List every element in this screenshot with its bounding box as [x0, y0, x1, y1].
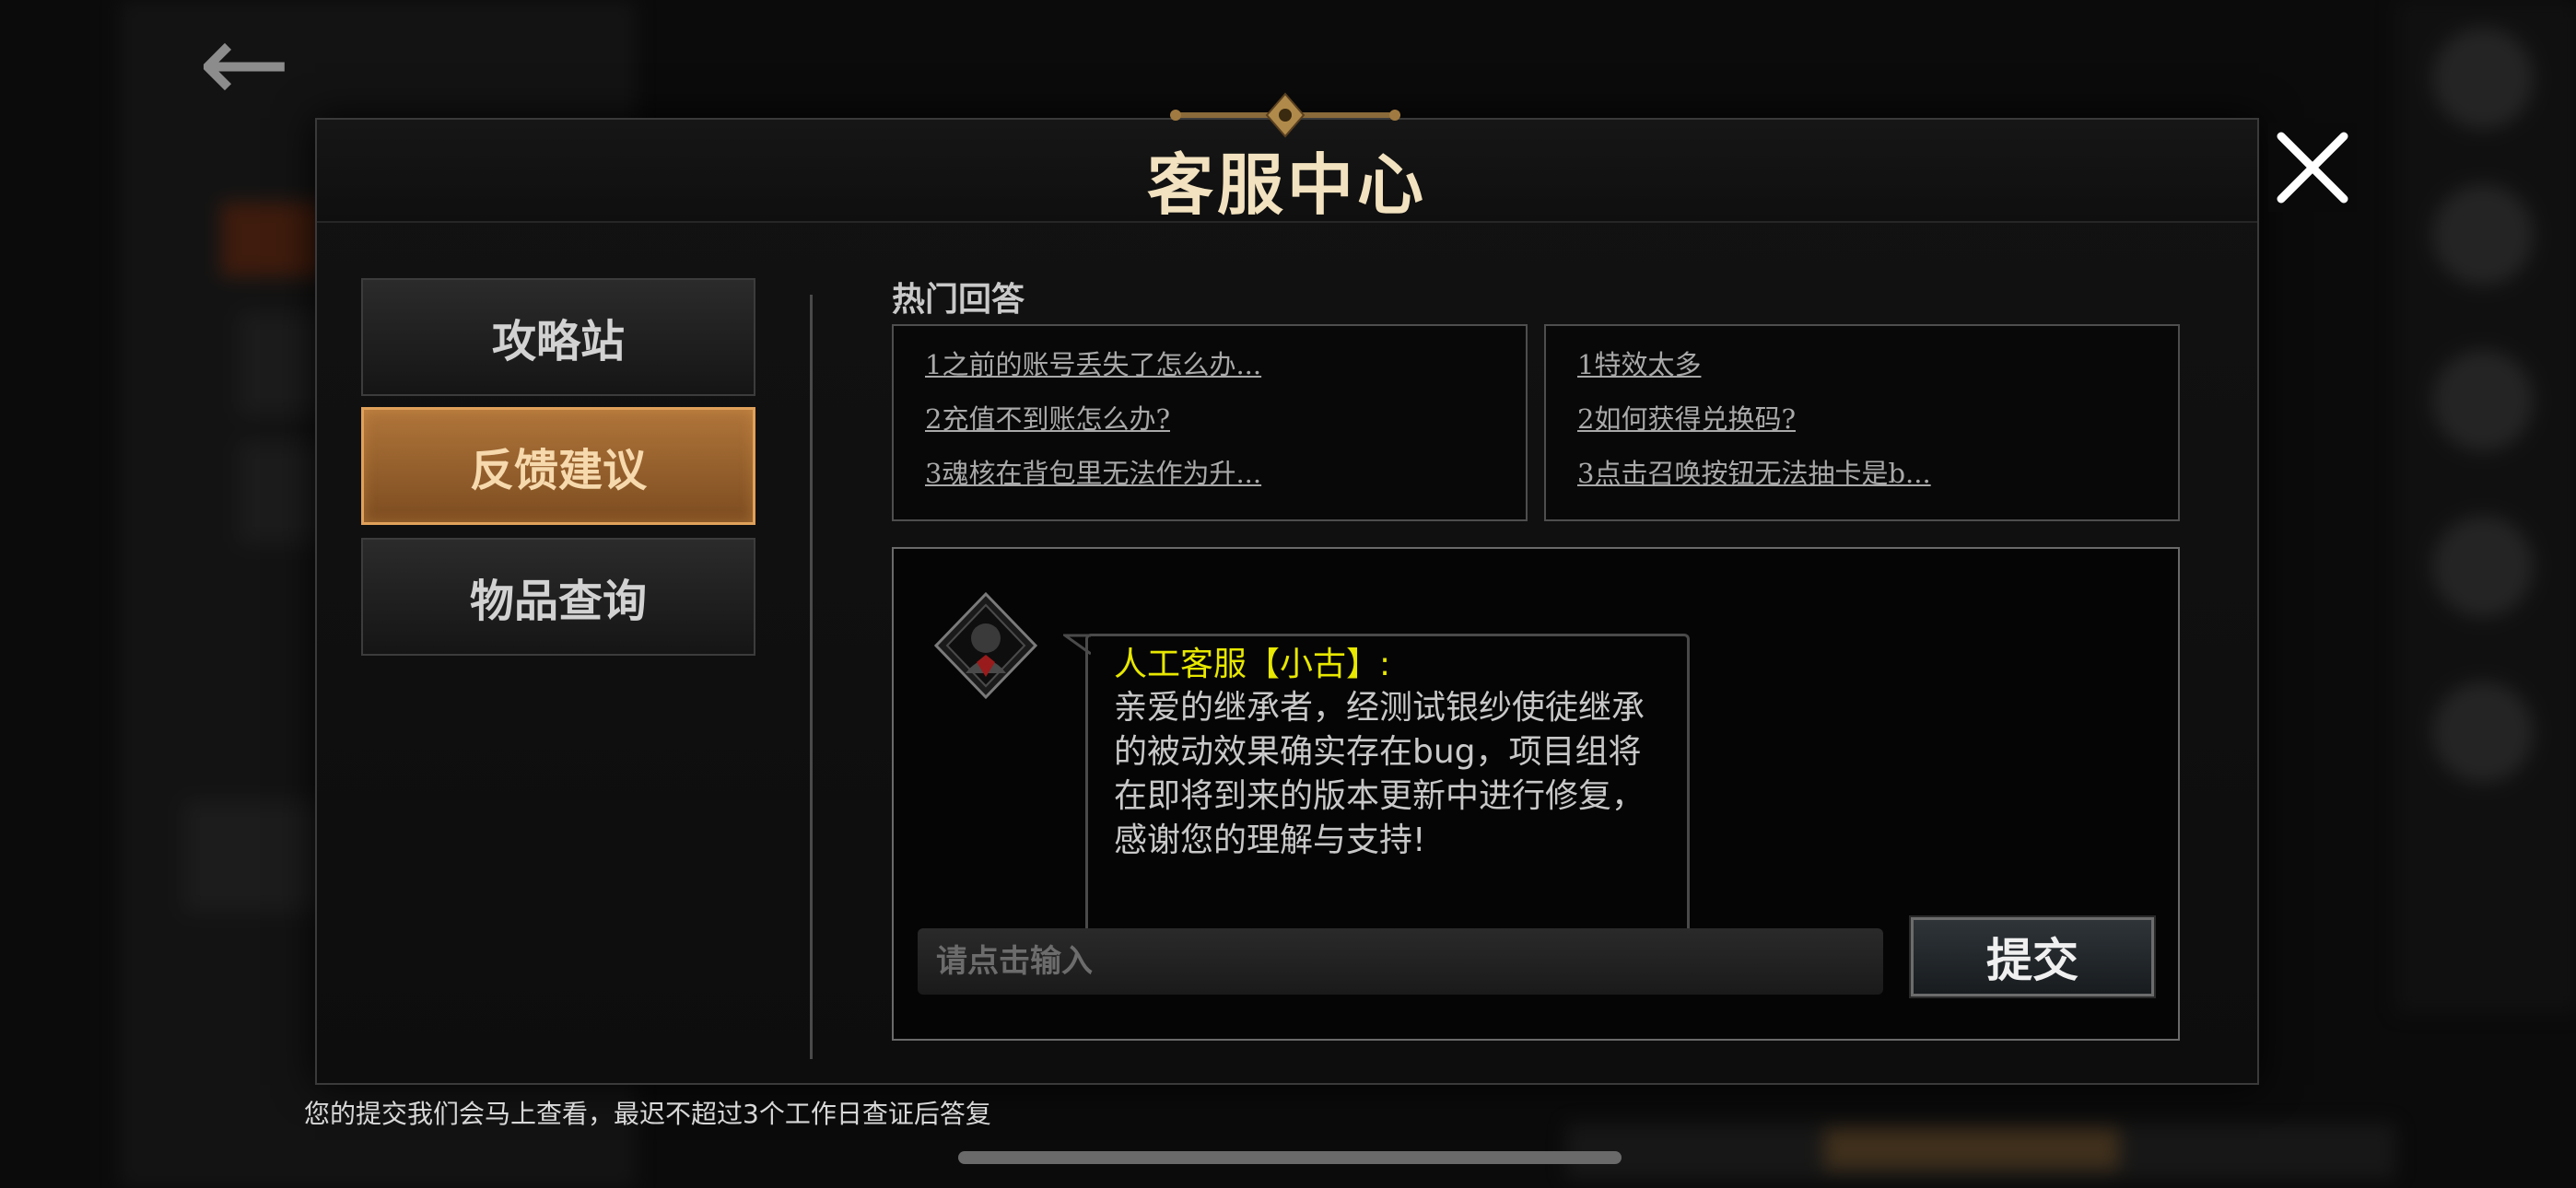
faq-link[interactable]: 2充值不到账怎么办? [925, 401, 1526, 455]
bg-gold-tab [1824, 1128, 2119, 1170]
chat-box: 人工客服【小古】: 亲爱的继承者，经测试银纱使徒继承的被动效果确实存在bug，项… [892, 547, 2180, 1041]
dialog-title: 客服中心 [1146, 146, 1427, 224]
footer-note: 您的提交我们会马上查看，最迟不超过3个工作日查证后答复 [304, 1099, 991, 1129]
home-indicator[interactable] [958, 1151, 1622, 1164]
nav-item-label: 攻略站 [491, 316, 625, 367]
nav-item-label: 物品查询 [469, 576, 647, 627]
bg-menu-icon [2432, 681, 2534, 783]
faq-link[interactable]: 3点击召唤按钮无法抽卡是b... [1577, 455, 2178, 509]
bg-menu-icon [2432, 184, 2534, 285]
faq-link[interactable]: 3魂核在背包里无法作为升... [925, 455, 1526, 509]
faq-link[interactable]: 2如何获得兑换码? [1577, 401, 2178, 455]
close-button[interactable] [2268, 123, 2357, 212]
bg-menu-icon [2432, 28, 2534, 129]
bg-right-column [2395, 0, 2576, 1013]
faq-box-right: 1特效太多 2如何获得兑换码? 3点击召唤按钮无法抽卡是b... [1544, 324, 2180, 521]
chat-input[interactable] [918, 928, 1883, 995]
nav-item-label: 反馈建议 [469, 445, 647, 496]
faq-box-left: 1之前的账号丢失了怎么办... 2充值不到账怎么办? 3魂核在背包里无法作为升.… [892, 324, 1528, 521]
chat-message: 亲爱的继承者，经测试银纱使徒继承的被动效果确实存在bug，项目组将在即将到来的版… [1114, 689, 1645, 859]
chat-sender: 人工客服【小古】: [1114, 646, 1391, 683]
hot-answers-title: 热门回答 [892, 280, 1025, 319]
bg-menu-icon [2432, 516, 2534, 617]
submit-button[interactable]: 提交 [1909, 915, 2156, 998]
close-x-icon [2277, 132, 2348, 204]
agent-avatar-icon [933, 591, 1038, 700]
ornament-icon [1170, 92, 1400, 138]
nav-item-item-lookup[interactable]: 物品查询 [361, 538, 755, 656]
back-arrow-icon: ← [198, 0, 291, 128]
customer-service-dialog: 客服中心 攻略站 反馈建议 物品查询 热门回答 1之前的账号丢失了怎么办... … [315, 118, 2259, 1085]
chat-bubble: 人工客服【小古】: 亲爱的继承者，经测试银纱使徒继承的被动效果确实存在bug，项… [1085, 634, 1690, 928]
nav-item-guide[interactable]: 攻略站 [361, 278, 755, 396]
faq-link[interactable]: 1特效太多 [1577, 346, 2178, 401]
nav-item-feedback[interactable]: 反馈建议 [361, 407, 755, 525]
bg-menu-icon [2432, 350, 2534, 451]
nav-divider [810, 295, 813, 1059]
faq-link[interactable]: 1之前的账号丢失了怎么办... [925, 346, 1526, 401]
